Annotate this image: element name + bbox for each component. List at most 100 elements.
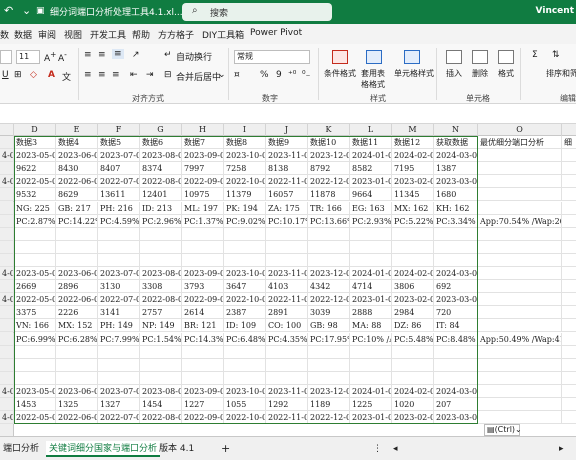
cell-o[interactable]: 最优细分端口分析 xyxy=(478,136,562,150)
undo-icon[interactable]: ↶ xyxy=(4,4,13,17)
cell-o[interactable] xyxy=(478,227,562,241)
insert-cells-button[interactable]: 插入 xyxy=(446,68,462,79)
cell-o[interactable] xyxy=(478,293,562,307)
cell-o[interactable] xyxy=(478,253,562,267)
align-right-icon[interactable]: ≡ xyxy=(112,70,120,80)
menu-item-ffcell[interactable]: 方方格子 xyxy=(158,28,194,41)
add-sheet-button[interactable]: + xyxy=(218,441,233,457)
cell-o[interactable] xyxy=(478,267,562,281)
cell-p[interactable] xyxy=(562,149,576,163)
menu-item-review[interactable]: 审阅 xyxy=(38,28,56,41)
cell-o[interactable] xyxy=(478,345,562,359)
cell-o[interactable] xyxy=(478,175,562,189)
cell-o[interactable] xyxy=(478,280,562,294)
menu-item-help[interactable]: 帮助 xyxy=(132,28,150,41)
quick-access-chevron-icon[interactable]: ⌄ xyxy=(22,4,31,17)
align-left-icon[interactable]: ≡ xyxy=(84,70,92,80)
cell-p[interactable] xyxy=(562,188,576,202)
sum-icon[interactable]: Σ xyxy=(532,50,538,60)
cell-o[interactable] xyxy=(478,201,562,215)
cell-p[interactable] xyxy=(562,241,576,254)
increase-decimal-icon[interactable]: ⁺⁰ xyxy=(288,70,296,80)
wrap-text-button[interactable]: 自动换行 xyxy=(176,50,212,63)
increase-font-icon[interactable]: A+ xyxy=(44,50,56,64)
merge-chevron-down-icon[interactable]: ⌄ xyxy=(218,70,226,80)
scroll-left-icon[interactable]: ◂ xyxy=(390,441,401,457)
column-header-j[interactable]: J xyxy=(266,124,308,136)
cell-o[interactable] xyxy=(478,306,562,320)
column-header-h[interactable]: H xyxy=(182,124,224,136)
user-name[interactable]: Vincent xyxy=(536,6,574,16)
underline-icon[interactable]: U xyxy=(2,70,9,80)
delete-cells-button[interactable]: 删除 xyxy=(472,68,488,79)
menu-item-view[interactable]: 视图 xyxy=(64,28,82,41)
font-name-box[interactable] xyxy=(0,50,12,64)
cell-o[interactable] xyxy=(478,384,562,398)
align-top-icon[interactable]: ≡ xyxy=(84,50,92,60)
phonetic-icon[interactable]: 文 xyxy=(62,70,71,83)
cell-p[interactable] xyxy=(562,267,576,281)
format-cells-button[interactable]: 格式 xyxy=(498,68,514,79)
cell-p[interactable] xyxy=(562,333,576,346)
cell-o[interactable]: App:70.54% /Wap:26.12% xyxy=(478,214,562,228)
cell-p[interactable] xyxy=(562,228,576,241)
indent-decrease-icon[interactable]: ⇤ xyxy=(130,70,138,80)
cell-p[interactable] xyxy=(562,398,576,412)
column-header-i[interactable]: I xyxy=(224,124,266,136)
cell-p[interactable] xyxy=(562,385,576,398)
merge-center-button[interactable]: 合并后居中 xyxy=(176,70,221,83)
cell-o[interactable] xyxy=(478,162,562,176)
sheet-tab-version[interactable]: 版本 4.1 xyxy=(156,441,197,457)
cell-p[interactable] xyxy=(562,215,576,228)
cell-o[interactable] xyxy=(478,188,562,202)
column-header-n[interactable]: N xyxy=(434,124,478,136)
menu-item-diy[interactable]: DIY工具箱 xyxy=(202,28,244,41)
column-header-k[interactable]: K xyxy=(308,124,350,136)
column-header-o[interactable]: O xyxy=(478,124,562,136)
orientation-icon[interactable]: ↗ xyxy=(132,50,140,60)
column-header-m[interactable]: M xyxy=(392,124,434,136)
column-header-l[interactable]: L xyxy=(350,124,392,136)
menu-item-data[interactable]: 数据 xyxy=(14,28,32,41)
cell-p[interactable] xyxy=(562,319,576,333)
sort-filter-button[interactable]: 排序和筛 xyxy=(546,68,576,79)
indent-increase-icon[interactable]: ⇥ xyxy=(146,70,154,80)
cell-o[interactable] xyxy=(478,149,562,163)
cell-o[interactable]: App:50.49% /Wap:41.03% xyxy=(478,332,562,346)
scroll-right-icon[interactable]: ▸ xyxy=(556,441,567,457)
conditional-format-button[interactable]: 条件格式 xyxy=(324,68,356,79)
align-bottom-icon[interactable]: ≡ xyxy=(112,49,124,59)
more-options-icon[interactable]: ⋮ xyxy=(370,441,385,457)
percent-button[interactable]: % xyxy=(260,70,269,80)
cell-o[interactable] xyxy=(478,358,562,372)
cell-p[interactable] xyxy=(562,175,576,189)
menu-item-data-cut[interactable]: 数 xyxy=(0,28,9,41)
cell-p[interactable]: 细 xyxy=(562,136,576,150)
column-header-f[interactable]: F xyxy=(98,124,140,136)
font-size-box[interactable]: 11 xyxy=(16,50,40,64)
cell-p[interactable] xyxy=(562,346,576,359)
menu-item-power-pivot[interactable]: Power Pivot xyxy=(250,28,302,38)
cell-p[interactable] xyxy=(562,372,576,385)
cell-style-button[interactable]: 单元格样式 xyxy=(394,68,434,79)
decrease-font-icon[interactable]: A- xyxy=(58,50,67,64)
align-center-icon[interactable]: ≡ xyxy=(98,70,106,80)
cell-o[interactable] xyxy=(478,411,562,425)
cell-p[interactable] xyxy=(562,162,576,176)
fill-color-icon[interactable]: ◇ xyxy=(30,70,37,80)
cell-o[interactable] xyxy=(478,240,562,254)
table-format-button[interactable]: 套用表格格式 xyxy=(358,68,388,90)
cell-o[interactable] xyxy=(478,319,562,333)
borders-icon[interactable]: ⊞ xyxy=(14,70,22,80)
cell-p[interactable] xyxy=(562,359,576,372)
column-header-d[interactable]: D xyxy=(14,124,56,136)
number-format-select[interactable]: 常规 xyxy=(234,50,310,64)
cell-p[interactable] xyxy=(562,202,576,215)
column-header-e[interactable]: E xyxy=(56,124,98,136)
formula-bar[interactable] xyxy=(0,104,576,124)
font-color-icon[interactable]: A xyxy=(48,70,55,80)
column-header-g[interactable]: G xyxy=(140,124,182,136)
search-box[interactable]: ⌕ 搜索 xyxy=(182,3,332,21)
align-middle-icon[interactable]: ≡ xyxy=(98,50,106,60)
currency-icon[interactable]: ¤ xyxy=(234,70,240,80)
